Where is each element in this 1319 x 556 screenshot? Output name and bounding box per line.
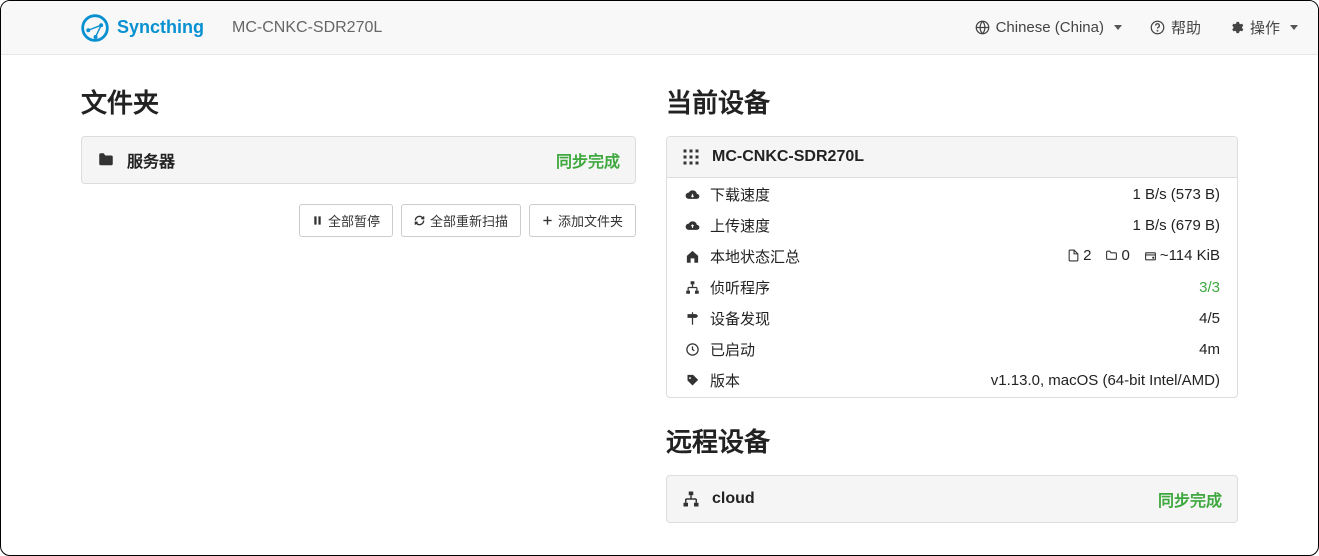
syncthing-logo-icon — [81, 14, 109, 42]
brand-text: Syncthing — [117, 17, 204, 38]
help-label: 帮助 — [1171, 17, 1201, 38]
cloud-upload-icon — [685, 218, 700, 233]
file-icon — [1067, 249, 1080, 262]
upload-row: 上传速度 1 B/s (679 B) — [669, 211, 1235, 240]
plus-icon — [542, 215, 553, 226]
devices-column: 当前设备 MC-CNKC-SDR270L 下载速度 1 B/s (573 B) … — [666, 83, 1238, 523]
folder-outline-icon — [1105, 249, 1118, 262]
nav-device-name: MC-CNKC-SDR270L — [232, 19, 382, 37]
language-label: Chinese (China) — [996, 19, 1104, 36]
brand-logo[interactable]: Syncthing — [81, 14, 204, 42]
actions-label: 操作 — [1250, 17, 1280, 38]
discovery-link[interactable]: 4/5 — [1199, 310, 1220, 327]
local-state-row: 本地状态汇总 2 0 ~114 KiB — [669, 242, 1235, 271]
folders-heading: 文件夹 — [81, 83, 636, 120]
help-icon — [1150, 20, 1165, 35]
listeners-row: 侦听程序 3/3 — [669, 273, 1235, 302]
add-folder-button[interactable]: 添加文件夹 — [529, 204, 636, 237]
actions-dropdown[interactable]: 操作 — [1229, 17, 1298, 38]
version-row: 版本 v1.13.0, macOS (64-bit Intel/AMD) — [669, 366, 1235, 395]
this-device-name: MC-CNKC-SDR270L — [712, 148, 864, 166]
gear-icon — [1229, 20, 1244, 35]
caret-down-icon — [1290, 25, 1298, 30]
globe-icon — [975, 20, 990, 35]
navbar: Syncthing MC-CNKC-SDR270L Chinese (China… — [1, 1, 1318, 55]
clock-icon — [685, 342, 700, 357]
folders-column: 文件夹 服务器 同步完成 全部暂停 全部重新扫描 — [81, 83, 636, 523]
folder-panel[interactable]: 服务器 同步完成 — [81, 136, 636, 184]
remote-devices-heading: 远程设备 — [666, 422, 1238, 459]
help-link[interactable]: 帮助 — [1150, 17, 1201, 38]
remote-device-panel[interactable]: cloud 同步完成 — [666, 475, 1238, 523]
listeners-link[interactable]: 3/3 — [1199, 279, 1220, 296]
remote-device-name: cloud — [712, 490, 755, 508]
pause-all-button[interactable]: 全部暂停 — [299, 204, 393, 237]
network-icon — [682, 490, 700, 508]
discovery-row: 设备发现 4/5 — [669, 304, 1235, 333]
cloud-download-icon — [685, 187, 700, 202]
rescan-all-button[interactable]: 全部重新扫描 — [401, 204, 521, 237]
sitemap-icon — [685, 280, 700, 295]
this-device-panel: MC-CNKC-SDR270L 下载速度 1 B/s (573 B) 上传速度 … — [666, 136, 1238, 398]
pause-icon — [312, 215, 323, 226]
tag-icon — [685, 373, 700, 388]
this-device-heading: 当前设备 — [666, 83, 1238, 120]
this-device-header[interactable]: MC-CNKC-SDR270L — [667, 137, 1237, 178]
disk-icon — [1144, 249, 1157, 262]
uptime-row: 已启动 4m — [669, 335, 1235, 364]
home-icon — [685, 249, 700, 264]
remote-device-status: 同步完成 — [1158, 487, 1222, 511]
folder-name: 服务器 — [127, 148, 175, 172]
folder-status: 同步完成 — [556, 148, 620, 172]
folder-icon — [97, 151, 115, 169]
refresh-icon — [414, 215, 425, 226]
download-row: 下载速度 1 B/s (573 B) — [669, 180, 1235, 209]
qr-icon — [682, 148, 700, 166]
caret-down-icon — [1114, 25, 1122, 30]
signpost-icon — [685, 311, 700, 326]
language-dropdown[interactable]: Chinese (China) — [975, 19, 1122, 36]
